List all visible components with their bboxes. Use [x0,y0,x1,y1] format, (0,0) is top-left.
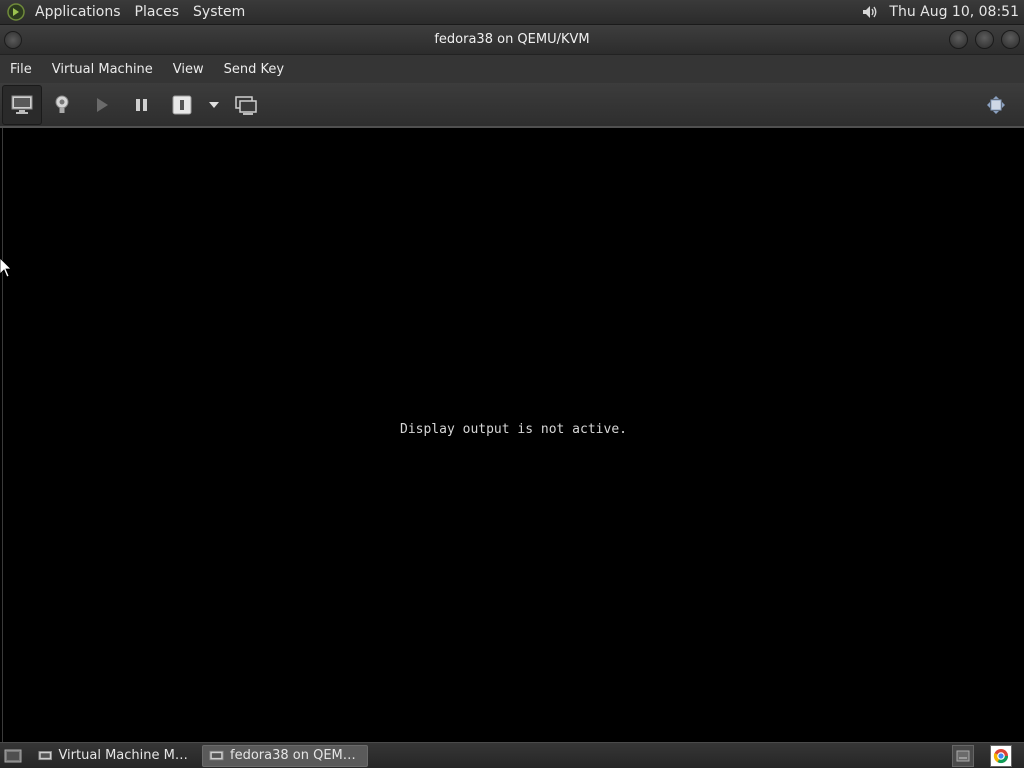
taskbar-item-label: Virtual Machine Man… [58,748,190,763]
menu-system[interactable]: System [186,0,252,24]
shutdown-icon [172,95,192,114]
pause-button[interactable] [122,85,162,125]
window-titlebar[interactable]: fedora38 on QEMU/KVM [0,25,1024,55]
fullscreen-button[interactable] [976,85,1016,125]
shutdown-dropdown[interactable] [202,85,226,125]
top-panel: Applications Places System Thu Aug 10, 0… [0,0,1024,25]
clock[interactable]: Thu Aug 10, 08:51 [881,4,1024,20]
run-button[interactable] [82,85,122,125]
toolbar [0,83,1024,128]
menu-view[interactable]: View [163,55,214,83]
vm-console-window: fedora38 on QEMU/KVM File Virtual Machin… [0,25,1024,742]
taskbar-item-virt-manager[interactable]: Virtual Machine Man… [32,745,196,767]
vm-display[interactable]: Display output is not active. [2,128,1024,742]
console-icon [11,95,33,114]
maximize-button[interactable] [975,30,994,49]
fullscreen-icon [987,96,1005,114]
vm-app-icon [38,750,53,760]
chrome-icon[interactable] [990,744,1012,767]
volume-icon[interactable] [859,1,881,23]
distro-logo-icon[interactable] [6,2,26,22]
workspace-switcher-icon[interactable] [952,744,974,767]
details-button[interactable] [42,85,82,125]
details-lightbulb-icon [55,95,69,113]
mouse-cursor-icon [0,257,12,282]
dropdown-arrow-icon [209,101,219,108]
window-menu-button[interactable] [4,31,22,49]
run-icon [97,97,108,112]
shutdown-button[interactable] [162,85,202,125]
menu-send-key[interactable]: Send Key [214,55,294,83]
close-button[interactable] [1001,30,1020,49]
display-status-message: Display output is not active. [400,422,627,437]
vm-app-icon [209,750,224,760]
minimize-button[interactable] [949,30,968,49]
bottom-panel: Virtual Machine Man… fedora38 on QEMU/… [0,742,1024,768]
menu-applications[interactable]: Applications [28,0,128,24]
snapshots-icon [235,95,257,115]
show-desktop-icon[interactable] [0,743,26,768]
menu-file[interactable]: File [0,55,42,83]
taskbar-item-label: fedora38 on QEMU/… [230,748,361,763]
console-button[interactable] [2,84,42,125]
snapshots-button[interactable] [226,85,266,125]
menu-places[interactable]: Places [128,0,187,24]
window-title: fedora38 on QEMU/KVM [434,32,590,47]
menubar: File Virtual Machine View Send Key [0,55,1024,83]
pause-icon [136,98,147,111]
menu-virtual-machine[interactable]: Virtual Machine [42,55,163,83]
taskbar-item-fedora38[interactable]: fedora38 on QEMU/… [202,744,368,767]
